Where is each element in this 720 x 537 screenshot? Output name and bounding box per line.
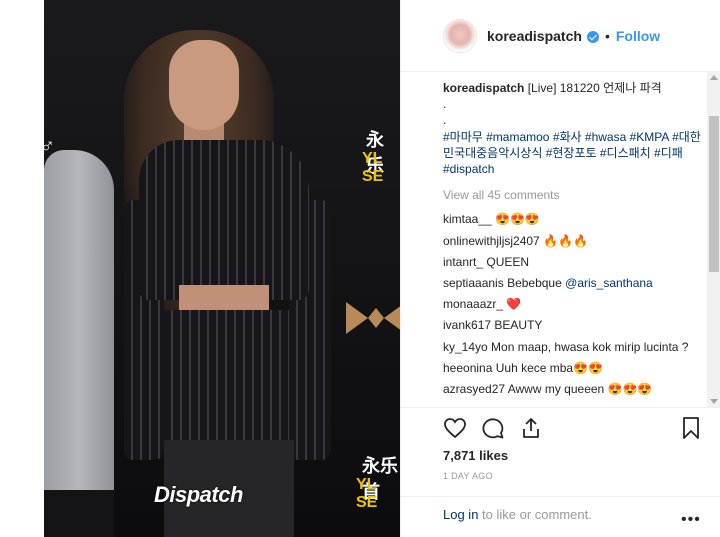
comment-username[interactable]: septiaaanis [443, 276, 504, 290]
caption-username[interactable]: koreadispatch [443, 81, 524, 95]
comment-text: Uuh kece mba😍😍 [495, 360, 603, 375]
comment: intanrt_ QUEEN [443, 254, 705, 270]
scroll-down-arrow-icon[interactable] [710, 399, 718, 404]
comment-username[interactable]: monaaazr_ [443, 297, 503, 311]
backdrop-text: YL SE [362, 150, 384, 185]
login-bar: Log in to like or comment. ••• [401, 496, 720, 537]
comment: ivank617 BEAUTY [443, 317, 705, 333]
comment-text: 🔥🔥🔥 [543, 233, 588, 248]
post-actions: 7,871 likes 1 DAY AGO Log in to like or … [401, 407, 720, 528]
view-all-comments-link[interactable]: View all 45 comments [443, 187, 705, 203]
login-prompt: Log in to like or comment. [443, 507, 592, 522]
comment-username[interactable]: ivank617 [443, 318, 491, 332]
scroll-thumb[interactable] [709, 116, 719, 272]
backdrop-bowtie-logo [346, 302, 400, 334]
comment-text: BEAUTY [494, 318, 543, 333]
comment-username[interactable]: kimtaa__ [443, 212, 492, 226]
post-timestamp: 1 DAY AGO [443, 471, 493, 481]
face [169, 40, 239, 130]
follow-button[interactable]: Follow [616, 28, 660, 44]
comment-username[interactable]: onlinewithjljsj2407 [443, 234, 540, 248]
comment-text: Mon maap, hwasa kok mirip lucinta ? [491, 339, 689, 354]
comment: azrasyed27 Awww my queeen 😍😍😍 [443, 381, 705, 397]
comments-list: koreadispatch [Live] 181220 언제나 파격 . . #… [443, 80, 705, 402]
comment: onlinewithjljsj2407 🔥🔥🔥 [443, 233, 705, 249]
header-username[interactable]: koreadispatch [487, 28, 582, 44]
comment-text: 😍😍😍 [495, 212, 540, 227]
comment-text: ❤️ [506, 297, 522, 312]
verified-badge-icon [586, 30, 599, 43]
caption-dot: . [443, 113, 447, 128]
page-margin [0, 0, 44, 537]
comment-text: Bebebque [507, 276, 562, 291]
avatar[interactable] [443, 18, 477, 53]
login-prompt-text: to like or comment. [478, 507, 592, 522]
comment: ky_14yo Mon maap, hwasa kok mirip lucint… [443, 339, 705, 355]
separator-dot: • [604, 27, 610, 44]
caption-hashtags[interactable]: #마마무 #mamamoo #화사 #hwasa #KMPA #대한민국대중음악… [443, 129, 705, 178]
comment: kimtaa__ 😍😍😍 [443, 211, 705, 227]
likes-count[interactable]: 7,871 likes [443, 448, 508, 463]
backdrop-text: YL SE [356, 476, 378, 511]
comment-username[interactable]: heeonina [443, 361, 492, 375]
grey-suit-legs [44, 490, 114, 537]
more-options-icon[interactable]: ••• [681, 511, 701, 529]
bookmark-icon[interactable] [679, 416, 703, 440]
comment-icon[interactable] [481, 416, 505, 440]
comment-username[interactable]: intanrt_ [443, 255, 483, 269]
share-icon[interactable] [519, 416, 543, 440]
post-header: koreadispatch • Follow [401, 0, 720, 72]
comment: monaaazr_ ❤️ [443, 296, 705, 312]
comment-text: Awww my queeen 😍😍😍 [507, 382, 653, 397]
post-side-panel: koreadispatch • Follow koreadispatch [Li… [400, 0, 720, 537]
login-link[interactable]: Log in [443, 507, 478, 522]
comment-text: QUEEN [486, 254, 530, 269]
action-icons [443, 416, 543, 440]
comment-mention[interactable]: @aris_santhana [565, 276, 653, 290]
dispatch-watermark: Dispatch [154, 482, 243, 507]
pinstripe-shorts [164, 310, 289, 450]
scroll-up-arrow-icon[interactable] [710, 75, 718, 80]
grey-suit-person [44, 150, 114, 490]
caption: koreadispatch [Live] 181220 언제나 파격 . . #… [443, 80, 705, 177]
comment: heeonina Uuh kece mba😍😍 [443, 360, 705, 376]
caption-text: [Live] 181220 언제나 파격 [527, 81, 662, 95]
heart-icon[interactable] [443, 416, 467, 440]
comment: septiaaanis Bebebque @aris_santhana [443, 275, 705, 291]
caption-dot: . [443, 97, 447, 112]
pinstripe-jacket [139, 140, 309, 300]
comment-username[interactable]: ky_14yo [443, 340, 488, 354]
post-photo[interactable]: ♂ 永乐 YL SE 永乐首 YL SE Dispatch [44, 0, 400, 537]
comments-scrollbar[interactable] [707, 72, 720, 407]
comment-username[interactable]: azrasyed27 [443, 382, 505, 396]
